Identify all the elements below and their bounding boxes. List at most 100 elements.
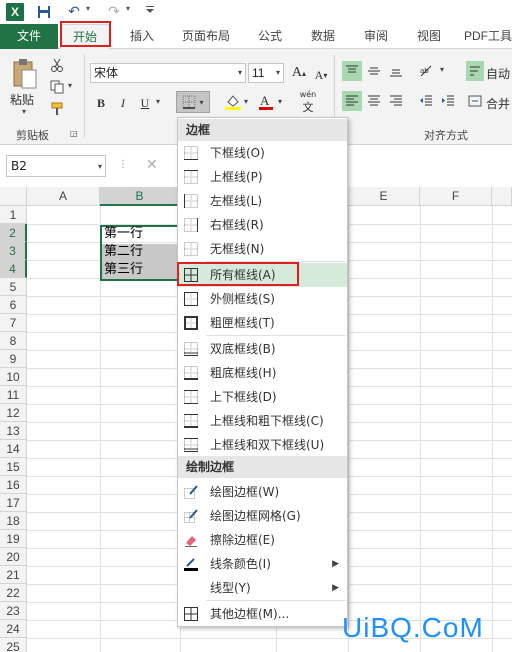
menu-item-border-top[interactable]: 上框线(P)	[178, 165, 347, 189]
phonetic-guide-icon[interactable]: wén 文	[296, 89, 320, 115]
tab-file[interactable]: 文件	[0, 24, 58, 49]
tab-data[interactable]: 数据	[305, 24, 341, 49]
increase-indent-icon[interactable]	[438, 91, 458, 111]
bold-button[interactable]: B	[92, 93, 110, 113]
tab-review[interactable]: 审阅	[358, 24, 394, 49]
row-header[interactable]: 18	[0, 512, 27, 530]
clipboard-launcher-icon[interactable]: ◲	[70, 129, 78, 138]
tab-insert[interactable]: 插入	[124, 24, 160, 49]
column-header[interactable]	[492, 187, 512, 206]
borders-button[interactable]: ▾	[176, 91, 210, 113]
redo-icon[interactable]: ↷	[106, 3, 122, 21]
underline-dropdown-icon[interactable]: ▾	[156, 97, 160, 106]
tab-formulas[interactable]: 公式	[252, 24, 288, 49]
row-header[interactable]: 21	[0, 566, 27, 584]
row-header[interactable]: 6	[0, 296, 27, 314]
tab-page-layout[interactable]: 页面布局	[174, 24, 238, 49]
row-header[interactable]: 9	[0, 350, 27, 368]
row-header[interactable]: 5	[0, 278, 27, 296]
menu-item-draw-border[interactable]: 绘图边框(W)	[178, 480, 347, 504]
wrap-text-icon[interactable]	[466, 61, 484, 81]
row-header[interactable]: 17	[0, 494, 27, 512]
paste-label[interactable]: 粘贴	[10, 91, 34, 108]
customize-quick-access-icon[interactable]	[146, 6, 154, 16]
menu-item-line-style[interactable]: 线型(Y) ▶	[178, 576, 347, 600]
row-header[interactable]: 23	[0, 602, 27, 620]
paste-icon[interactable]	[10, 57, 40, 91]
menu-item-eraser[interactable]: 擦除边框(E)	[178, 528, 347, 552]
undo-icon[interactable]: ↶	[66, 3, 82, 21]
menu-item-border-double-bottom[interactable]: 双底框线(B)	[178, 337, 347, 361]
font-name-dropdown-icon[interactable]: ▾	[238, 64, 242, 82]
menu-item-border-top-bottom[interactable]: 上下框线(D)	[178, 385, 347, 409]
fill-color-icon[interactable]	[222, 91, 244, 113]
increase-font-size-icon[interactable]: A ▴	[290, 63, 308, 83]
tab-home[interactable]: 开始	[60, 24, 110, 50]
row-header[interactable]: 12	[0, 404, 27, 422]
row-header[interactable]: 19	[0, 530, 27, 548]
menu-item-border-left[interactable]: 左框线(L)	[178, 189, 347, 213]
font-color-icon[interactable]: A	[256, 91, 276, 113]
row-header[interactable]: 11	[0, 386, 27, 404]
menu-item-border-bottom[interactable]: 下框线(O)	[178, 141, 347, 165]
name-box[interactable]: B2 ▾	[6, 155, 106, 177]
decrease-font-size-icon[interactable]: A ▾	[312, 65, 330, 85]
fill-color-dropdown-icon[interactable]: ▾	[244, 97, 248, 106]
menu-item-border-outside[interactable]: 外侧框线(S)	[178, 287, 347, 311]
cell-b2[interactable]: 第一行	[103, 225, 177, 243]
align-center-icon[interactable]	[364, 91, 384, 111]
tab-pdf-tools[interactable]: PDF工具	[464, 24, 512, 49]
row-header[interactable]: 1	[0, 206, 27, 224]
column-header[interactable]: A	[27, 187, 100, 206]
row-header[interactable]: 7	[0, 314, 27, 332]
row-header[interactable]: 10	[0, 368, 27, 386]
menu-item-border-right[interactable]: 右框线(R)	[178, 213, 347, 237]
menu-item-line-color[interactable]: 线条颜色(I) ▶	[178, 552, 347, 576]
menu-item-border-thick-bottom[interactable]: 粗底框线(H)	[178, 361, 347, 385]
row-header[interactable]: 22	[0, 584, 27, 602]
row-header[interactable]: 13	[0, 422, 27, 440]
undo-dropdown-icon[interactable]: ▾	[86, 4, 90, 13]
cell-b3[interactable]: 第二行	[103, 243, 177, 261]
paste-dropdown-icon[interactable]: ▾	[22, 107, 26, 116]
orientation-icon[interactable]: ab	[416, 61, 438, 81]
font-color-dropdown-icon[interactable]: ▾	[278, 97, 282, 106]
copy-dropdown-icon[interactable]: ▾	[68, 81, 72, 90]
menu-item-border-thick-box[interactable]: 粗匣框线(T)	[178, 311, 347, 335]
tab-view[interactable]: 视图	[411, 24, 447, 49]
merge-label[interactable]: 合并	[486, 95, 510, 112]
orientation-dropdown-icon[interactable]: ▾	[440, 65, 444, 74]
cell-b4[interactable]: 第三行	[103, 261, 177, 279]
row-header[interactable]: 2	[0, 224, 27, 242]
row-header[interactable]: 20	[0, 548, 27, 566]
row-header[interactable]: 8	[0, 332, 27, 350]
font-name-select[interactable]: 宋体 ▾	[90, 63, 246, 83]
name-box-dropdown-icon[interactable]: ▾	[98, 157, 102, 177]
italic-button[interactable]: I	[114, 93, 132, 113]
row-header[interactable]: 25	[0, 638, 27, 652]
column-header[interactable]: B	[100, 187, 180, 206]
font-size-dropdown-icon[interactable]: ▾	[276, 64, 280, 82]
underline-button[interactable]: U	[136, 93, 154, 113]
menu-item-border-none[interactable]: 无框线(N)	[178, 237, 347, 261]
row-header[interactable]: 24	[0, 620, 27, 638]
align-right-icon[interactable]	[386, 91, 406, 111]
align-bottom-icon[interactable]	[386, 61, 406, 81]
row-header[interactable]: 16	[0, 476, 27, 494]
align-top-icon[interactable]	[342, 61, 362, 81]
decrease-indent-icon[interactable]	[416, 91, 436, 111]
font-size-select[interactable]: 11 ▾	[248, 63, 284, 83]
cancel-icon[interactable]: ✕	[146, 157, 158, 173]
copy-icon[interactable]	[48, 79, 66, 95]
menu-item-draw-border-grid[interactable]: 绘图边框网格(G)	[178, 504, 347, 528]
menu-item-border-top-double-bottom[interactable]: 上框线和双下框线(U)	[178, 433, 347, 457]
column-header[interactable]: F	[420, 187, 492, 206]
menu-item-border-all[interactable]: 所有框线(A)	[178, 263, 347, 287]
save-icon[interactable]	[36, 3, 52, 21]
select-all-corner[interactable]	[0, 187, 27, 206]
row-header[interactable]: 15	[0, 458, 27, 476]
align-left-icon[interactable]	[342, 91, 362, 111]
wrap-text-label[interactable]: 自动	[486, 65, 510, 82]
cut-icon[interactable]	[48, 57, 66, 73]
align-middle-icon[interactable]	[364, 61, 384, 81]
